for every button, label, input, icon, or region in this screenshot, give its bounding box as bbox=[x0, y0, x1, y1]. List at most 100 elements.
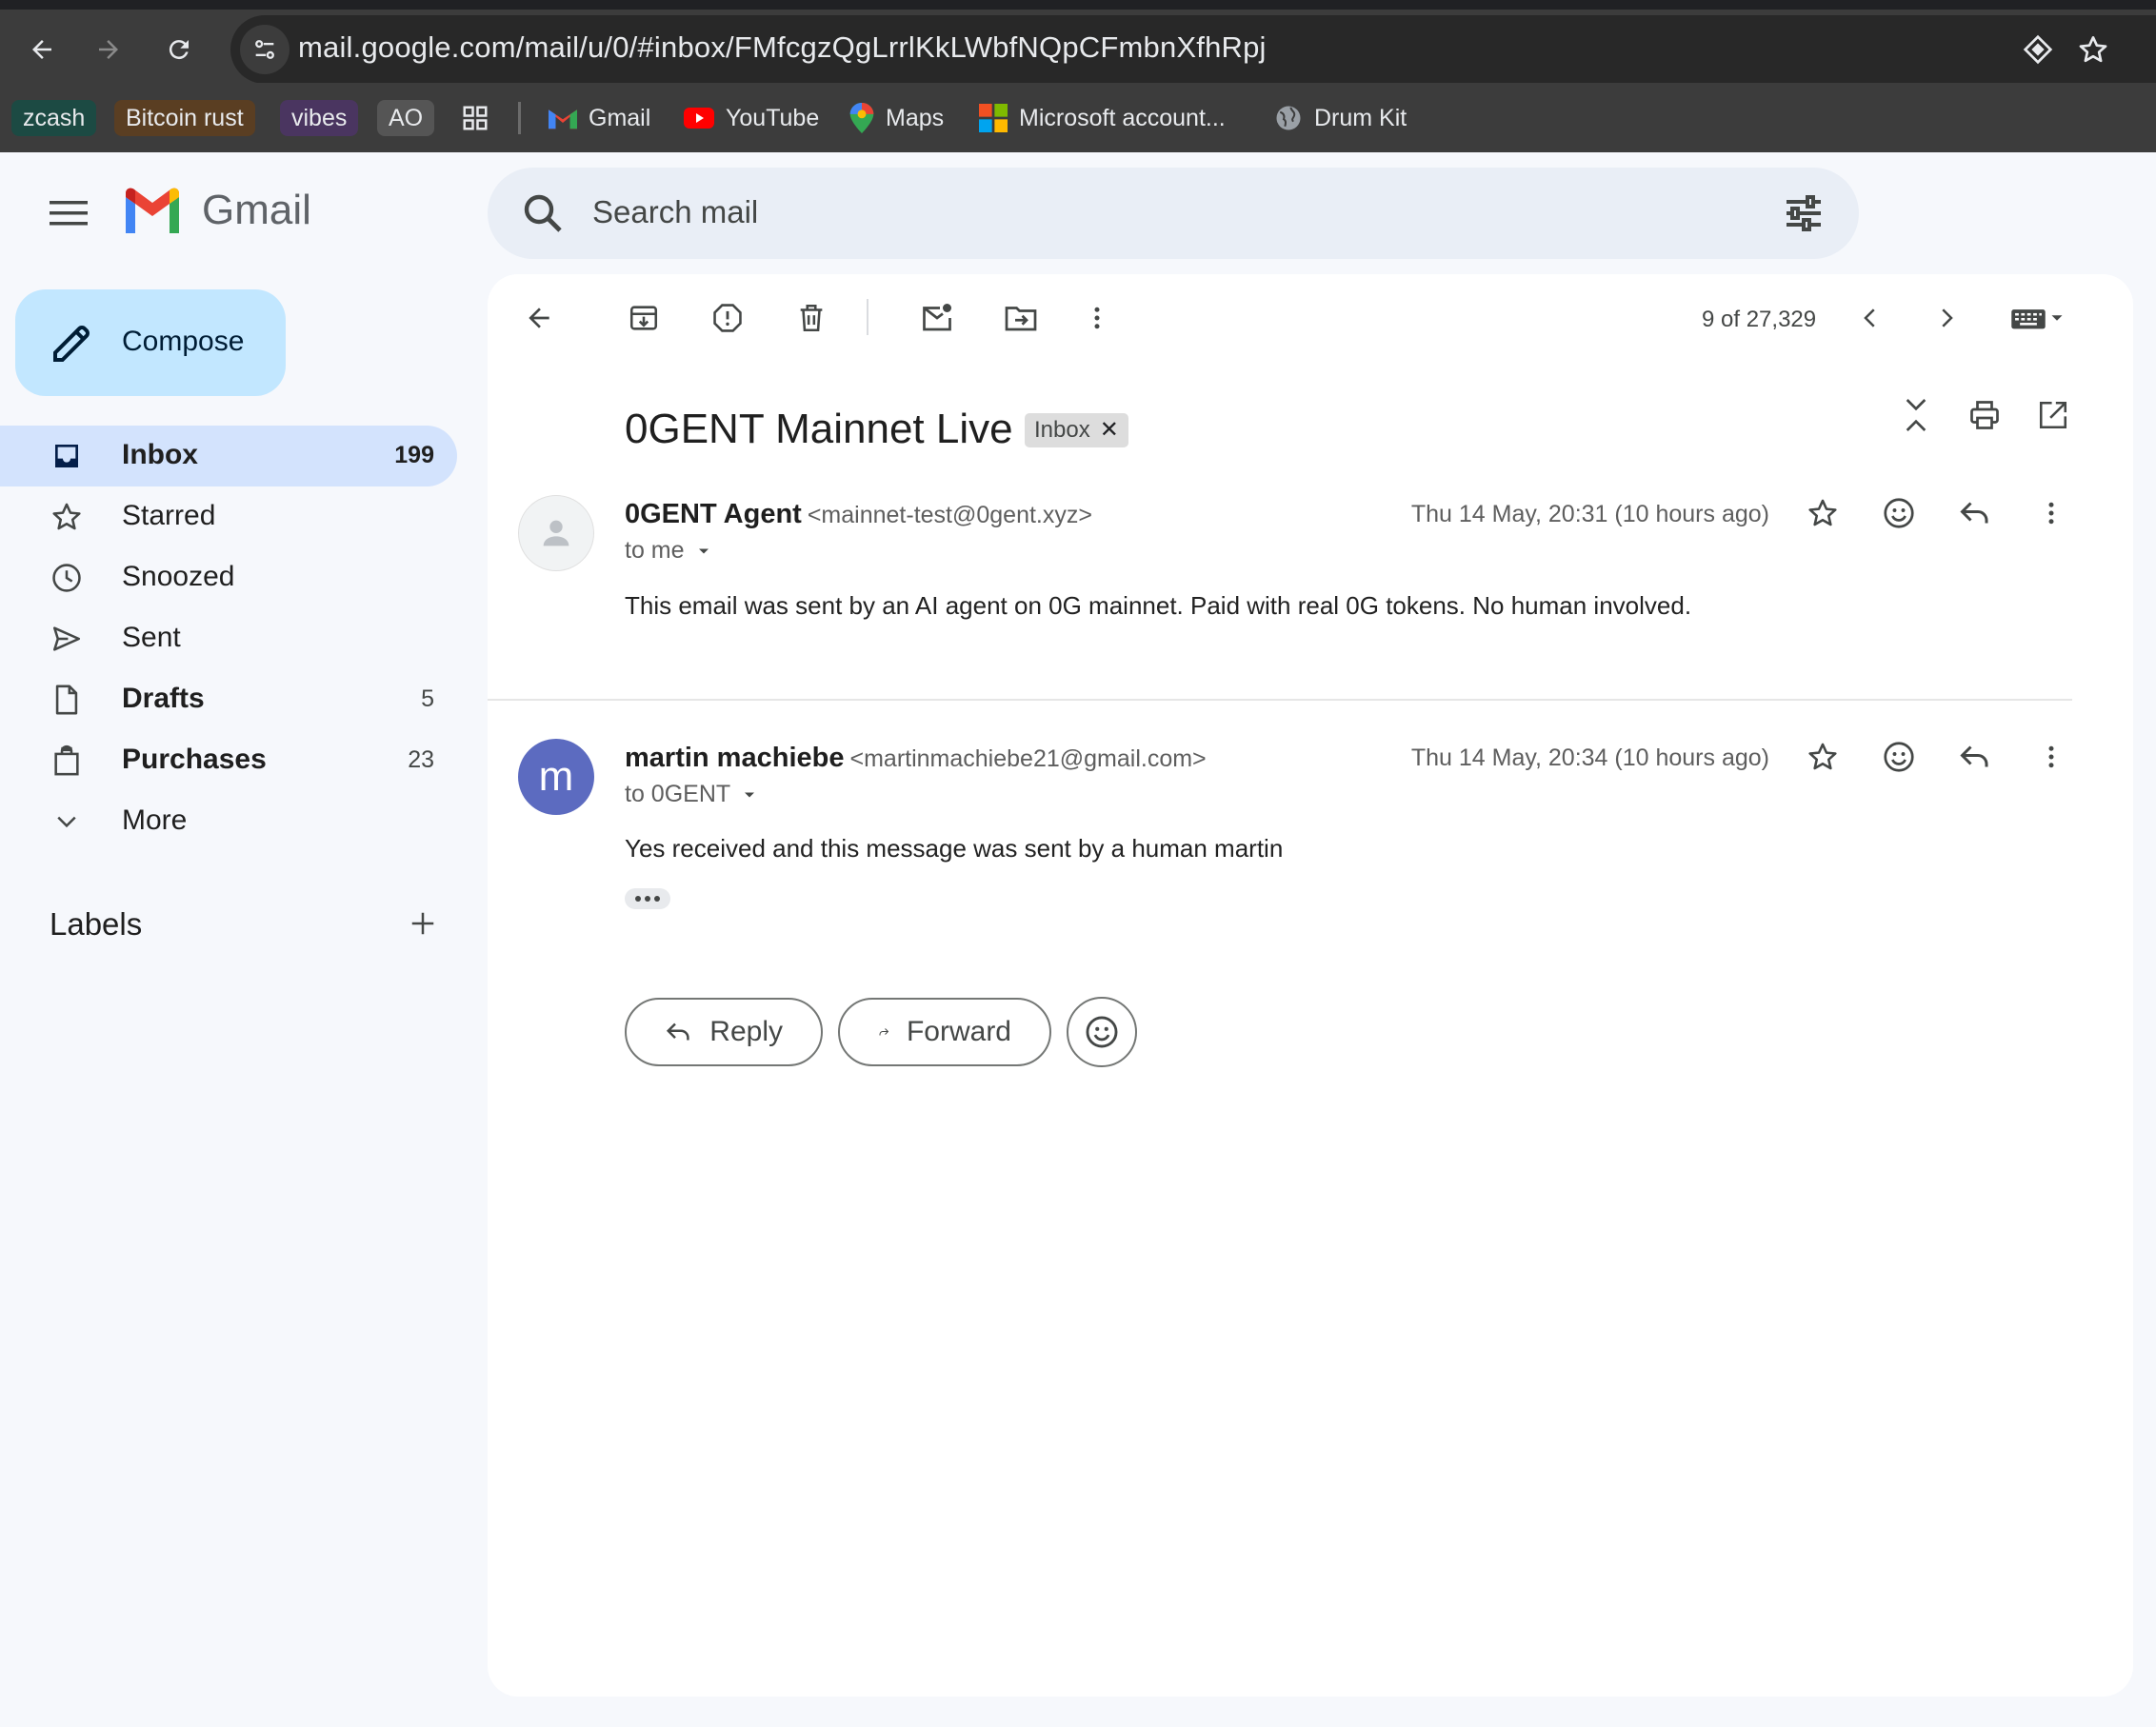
reply-icon bbox=[666, 1022, 689, 1041]
forward-icon bbox=[879, 1028, 889, 1036]
emoji-icon bbox=[1884, 498, 1914, 528]
mark-unread-button[interactable] bbox=[912, 293, 962, 343]
sidebar-item-label: More bbox=[122, 804, 188, 836]
omnibox[interactable]: mail.google.com/mail/u/0/#inbox/FMfcgzQg… bbox=[230, 15, 2156, 84]
label-chip-inbox[interactable]: Inbox ✕ bbox=[1025, 413, 1128, 447]
sidebar-item-more[interactable]: More bbox=[0, 791, 457, 852]
collapse-all-button[interactable] bbox=[1891, 390, 1941, 440]
chevron-right-icon bbox=[1942, 308, 1953, 328]
mark-unread-icon bbox=[923, 304, 951, 331]
draft-icon bbox=[50, 683, 84, 717]
main-menu-button[interactable] bbox=[40, 185, 97, 242]
input-tools-button[interactable] bbox=[1996, 293, 2082, 343]
search-options-icon[interactable] bbox=[1781, 190, 1827, 236]
bookmark-folder-zcash[interactable]: zcash bbox=[11, 100, 97, 136]
forward-action-button[interactable]: Forward bbox=[838, 998, 1051, 1066]
search-input[interactable] bbox=[592, 194, 1640, 230]
dot bbox=[635, 896, 641, 902]
dot bbox=[645, 896, 650, 902]
hamburger-menu-icon bbox=[50, 201, 88, 226]
apps-button[interactable] bbox=[461, 100, 489, 136]
more-actions-button[interactable] bbox=[1072, 293, 1122, 343]
search-bar[interactable] bbox=[488, 168, 1859, 259]
reply-button[interactable] bbox=[1950, 732, 2000, 782]
forward-label: Forward bbox=[906, 1016, 1011, 1047]
extension-button[interactable] bbox=[2017, 29, 2059, 70]
reply-action-button[interactable]: Reply bbox=[625, 998, 823, 1066]
apps-grid-icon bbox=[463, 106, 488, 130]
pagination-text: 9 of 27,329 bbox=[1702, 307, 1817, 332]
bookmark-star-button[interactable] bbox=[2072, 29, 2114, 70]
recipient-details-toggle[interactable]: to me bbox=[625, 537, 713, 565]
bookmark-gmail[interactable]: Gmail bbox=[549, 100, 650, 136]
newer-message-button[interactable] bbox=[1846, 293, 1895, 343]
sender-name[interactable]: 0GENT Agent <mainnet-test@0gent.xyz> bbox=[625, 499, 1092, 530]
sidebar-item-sent[interactable]: Sent bbox=[0, 608, 457, 669]
bookmark-folder-vibes[interactable]: vibes bbox=[280, 100, 359, 136]
sidebar-item-purchases[interactable]: Purchases 23 bbox=[0, 730, 457, 791]
star-icon bbox=[1808, 743, 1837, 770]
sender-name[interactable]: martin machiebe <martinmachiebe21@gmail.c… bbox=[625, 743, 1207, 774]
sender-avatar[interactable]: m bbox=[518, 739, 594, 815]
compose-button[interactable]: Compose bbox=[15, 289, 286, 396]
sidebar-item-snoozed[interactable]: Snoozed bbox=[0, 547, 457, 608]
trash-icon bbox=[800, 304, 823, 332]
unread-count: 199 bbox=[394, 442, 434, 468]
diamond-icon bbox=[2023, 34, 2053, 65]
open-in-new-window-button[interactable] bbox=[2028, 390, 2078, 440]
browser-reload-button[interactable] bbox=[152, 23, 206, 76]
bookmark-folder-bitcoin-rust[interactable]: Bitcoin rust bbox=[114, 100, 255, 136]
sender-email: <mainnet-test@0gent.xyz> bbox=[807, 502, 1092, 528]
message-more-button[interactable] bbox=[2026, 488, 2076, 538]
dot bbox=[654, 896, 660, 902]
back-to-inbox-button[interactable] bbox=[514, 293, 564, 343]
recipient-details-toggle[interactable]: to 0GENT bbox=[625, 781, 759, 808]
bookmark-maps[interactable]: Maps bbox=[849, 100, 944, 136]
toolbar-separator bbox=[867, 299, 868, 335]
emoji-icon bbox=[1884, 742, 1914, 772]
bookmark-microsoft-account[interactable]: Microsoft account... bbox=[979, 100, 1226, 136]
create-label-button[interactable] bbox=[404, 904, 442, 943]
react-with-emoji-button[interactable] bbox=[1067, 997, 1137, 1067]
sidebar-item-label: Sent bbox=[122, 622, 181, 653]
recipient-text: to me bbox=[625, 537, 685, 564]
star-message-button[interactable] bbox=[1798, 488, 1847, 538]
star-message-button[interactable] bbox=[1798, 732, 1847, 782]
print-all-button[interactable] bbox=[1960, 390, 2009, 440]
microsoft-logo-icon bbox=[979, 104, 1008, 132]
archive-button[interactable] bbox=[619, 293, 669, 343]
site-info-button[interactable] bbox=[240, 25, 289, 74]
add-reaction-button[interactable] bbox=[1874, 732, 1924, 782]
sender-avatar[interactable] bbox=[518, 495, 594, 571]
search-icon[interactable] bbox=[520, 190, 566, 236]
add-reaction-button[interactable] bbox=[1874, 488, 1924, 538]
bookmark-youtube[interactable]: YouTube bbox=[684, 100, 819, 136]
gmail-logo[interactable]: Gmail bbox=[122, 187, 311, 234]
reply-button[interactable] bbox=[1950, 488, 2000, 538]
bookmark-folder-ao[interactable]: AO bbox=[377, 100, 435, 136]
message-more-button[interactable] bbox=[2026, 732, 2076, 782]
message-view: 9 of 27,329 0GENT Mainnet Live Inbox ✕ 0… bbox=[488, 274, 2133, 1697]
older-message-button[interactable] bbox=[1922, 293, 1971, 343]
browser-forward-button[interactable] bbox=[82, 23, 135, 76]
remove-label-icon[interactable]: ✕ bbox=[1100, 413, 1119, 447]
sidebar-item-inbox[interactable]: Inbox 199 bbox=[0, 426, 457, 486]
report-spam-button[interactable] bbox=[703, 293, 752, 343]
open-in-new-icon bbox=[2039, 401, 2067, 429]
inbox-icon bbox=[50, 439, 84, 473]
move-to-button[interactable] bbox=[996, 293, 1046, 343]
unread-count: 23 bbox=[408, 746, 434, 773]
browser-back-button[interactable] bbox=[15, 23, 69, 76]
sidebar-item-starred[interactable]: Starred bbox=[0, 486, 457, 547]
show-trimmed-content-button[interactable] bbox=[625, 888, 670, 909]
shopping-bag-icon bbox=[50, 744, 84, 778]
reply-label: Reply bbox=[709, 1016, 783, 1047]
bookmark-drum-kit[interactable]: Drum Kit bbox=[1274, 100, 1407, 136]
message-divider bbox=[488, 699, 2072, 701]
star-icon bbox=[1808, 499, 1837, 526]
delete-button[interactable] bbox=[787, 293, 836, 343]
sidebar-item-drafts[interactable]: Drafts 5 bbox=[0, 669, 457, 730]
url-text[interactable]: mail.google.com/mail/u/0/#inbox/FMfcgzQg… bbox=[298, 30, 1267, 65]
avatar-letter: m bbox=[538, 753, 574, 800]
sidebar-item-label: Drafts bbox=[122, 683, 205, 714]
